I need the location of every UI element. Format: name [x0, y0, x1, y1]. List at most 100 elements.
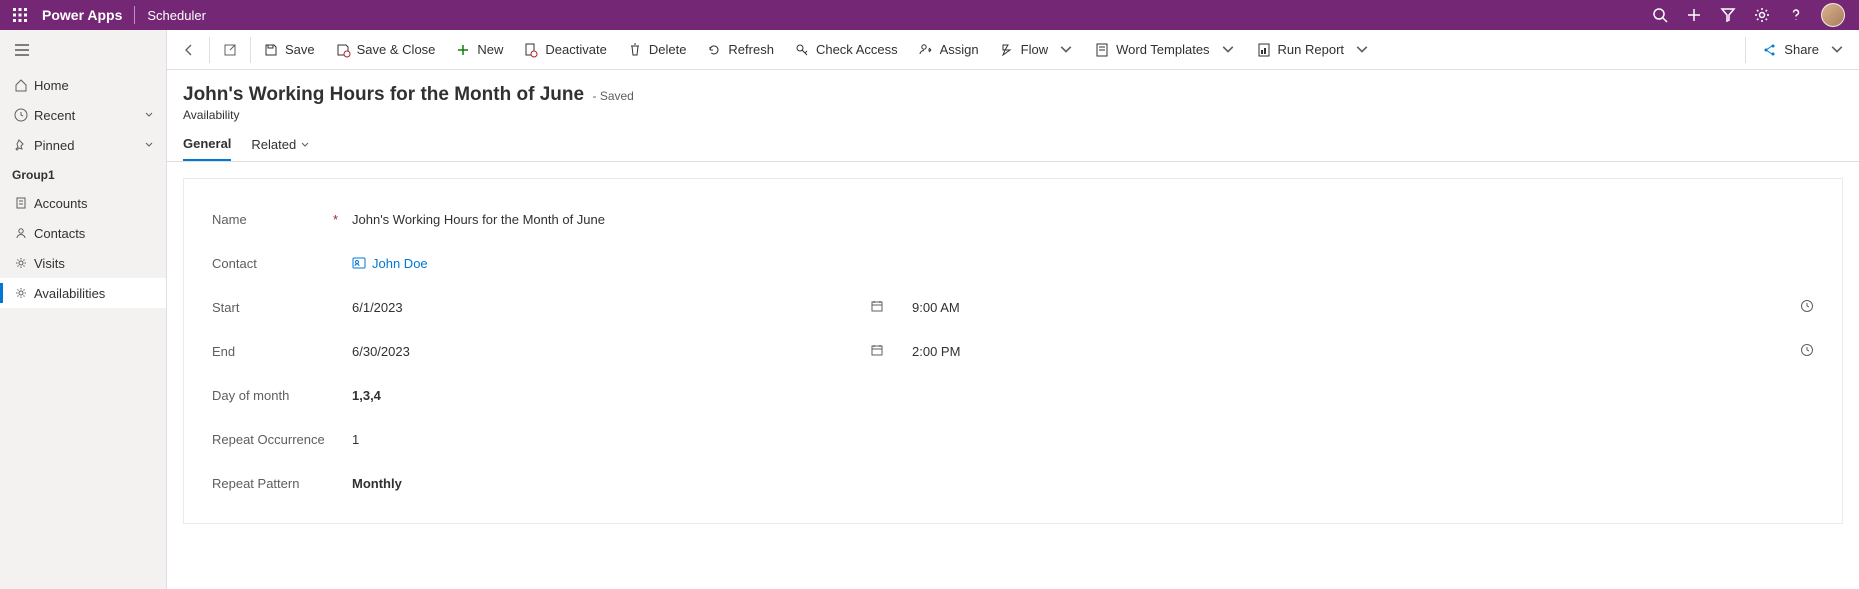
home-icon [14, 78, 28, 92]
assign-icon [918, 42, 934, 58]
flow-button[interactable]: Flow [989, 30, 1084, 70]
tab-related-label: Related [251, 137, 296, 152]
help-button[interactable] [1779, 0, 1813, 30]
building-icon [14, 196, 28, 210]
nav-accounts[interactable]: Accounts [0, 188, 166, 218]
chevron-down-icon [1058, 42, 1074, 58]
repeat-pattern-value: Monthly [352, 476, 402, 491]
day-of-month-value: 1,3,4 [352, 388, 381, 403]
add-button[interactable] [1677, 0, 1711, 30]
nav-visits-label: Visits [34, 256, 65, 271]
field-end: End 6/30/2023 2:00 PM [212, 329, 1814, 373]
command-bar: Save Save & Close New Deactivate Delete … [167, 30, 1859, 70]
nav-contacts-label: Contacts [34, 226, 85, 241]
nav-availabilities[interactable]: Availabilities [0, 278, 166, 308]
repeat-occurrence-input[interactable]: 1 [352, 432, 1814, 447]
form-container: Name John's Working Hours for the Month … [167, 162, 1859, 540]
nav-recent[interactable]: Recent [0, 100, 166, 130]
start-date-input[interactable]: 6/1/2023 [352, 299, 912, 316]
clock-icon[interactable] [1800, 343, 1814, 360]
delete-button[interactable]: Delete [617, 30, 697, 70]
search-button[interactable] [1643, 0, 1677, 30]
plus-icon [1686, 7, 1702, 23]
new-button[interactable]: New [445, 30, 513, 70]
save-close-button[interactable]: Save & Close [325, 30, 446, 70]
share-button[interactable]: Share [1752, 30, 1855, 70]
nav-recent-label: Recent [34, 108, 75, 123]
share-icon [1762, 42, 1778, 58]
field-repeat-occurrence: Repeat Occurrence 1 [212, 417, 1814, 461]
nav-pinned[interactable]: Pinned [0, 130, 166, 160]
filter-button[interactable] [1711, 0, 1745, 30]
gear-outline-icon [14, 286, 28, 300]
nav-visits[interactable]: Visits [0, 248, 166, 278]
end-label: End [212, 344, 352, 359]
repeat-pattern-input[interactable]: Monthly [352, 476, 1814, 491]
day-of-month-input[interactable]: 1,3,4 [352, 388, 1814, 403]
assign-button[interactable]: Assign [908, 30, 989, 70]
tab-related[interactable]: Related [251, 136, 310, 161]
flow-label: Flow [1021, 42, 1048, 57]
run-report-label: Run Report [1278, 42, 1344, 57]
separator [1745, 37, 1746, 63]
gear-icon [1754, 7, 1770, 23]
save-icon [263, 42, 279, 58]
contact-input[interactable]: John Doe [352, 256, 1814, 271]
save-label: Save [285, 42, 315, 57]
back-button[interactable] [171, 30, 207, 70]
contact-lookup[interactable]: John Doe [352, 256, 428, 271]
contact-value: John Doe [372, 256, 428, 271]
end-time-input[interactable]: 2:00 PM [912, 343, 1814, 360]
chevron-down-icon [1829, 42, 1845, 58]
waffle-icon [12, 7, 28, 23]
deactivate-icon [523, 42, 539, 58]
clock-icon[interactable] [1800, 299, 1814, 316]
nav-group-label: Group1 [0, 160, 166, 188]
nav-home-label: Home [34, 78, 69, 93]
record-title: John's Working Hours for the Month of Ju… [183, 84, 584, 105]
name-input[interactable]: John's Working Hours for the Month of Ju… [352, 212, 1814, 227]
nav-contacts[interactable]: Contacts [0, 218, 166, 248]
nav-home[interactable]: Home [0, 70, 166, 100]
repeat-occurrence-label: Repeat Occurrence [212, 432, 352, 447]
end-date-input[interactable]: 6/30/2023 [352, 343, 912, 360]
main-area: Save Save & Close New Deactivate Delete … [167, 30, 1859, 589]
report-icon [1256, 42, 1272, 58]
start-time-value: 9:00 AM [912, 300, 1800, 315]
flow-icon [999, 42, 1015, 58]
save-button[interactable]: Save [253, 30, 325, 70]
tab-general[interactable]: General [183, 136, 231, 161]
record-status: - Saved [593, 89, 634, 103]
check-access-label: Check Access [816, 42, 898, 57]
check-access-button[interactable]: Check Access [784, 30, 908, 70]
settings-button[interactable] [1745, 0, 1779, 30]
user-avatar[interactable] [1821, 3, 1845, 27]
field-repeat-pattern: Repeat Pattern Monthly [212, 461, 1814, 505]
nav-collapse-button[interactable] [0, 30, 166, 70]
brand-name: Power Apps [42, 7, 122, 23]
run-report-button[interactable]: Run Report [1246, 30, 1380, 70]
save-close-icon [335, 42, 351, 58]
contact-label: Contact [212, 256, 352, 271]
refresh-button[interactable]: Refresh [696, 30, 784, 70]
word-templates-button[interactable]: Word Templates [1084, 30, 1245, 70]
refresh-label: Refresh [728, 42, 774, 57]
funnel-icon [1720, 7, 1736, 23]
open-new-window-button[interactable] [212, 30, 248, 70]
gear-outline-icon [14, 256, 28, 270]
start-time-input[interactable]: 9:00 AM [912, 299, 1814, 316]
contact-card-icon [352, 256, 366, 270]
trash-icon [627, 42, 643, 58]
calendar-icon[interactable] [870, 299, 884, 316]
app-name[interactable]: Scheduler [147, 8, 206, 23]
chevron-down-icon [144, 108, 154, 123]
person-icon [14, 226, 28, 240]
field-start: Start 6/1/2023 9:00 AM [212, 285, 1814, 329]
nav-accounts-label: Accounts [34, 196, 87, 211]
word-icon [1094, 42, 1110, 58]
app-launcher-button[interactable] [6, 1, 34, 29]
pin-icon [14, 138, 28, 152]
delete-label: Delete [649, 42, 687, 57]
deactivate-button[interactable]: Deactivate [513, 30, 616, 70]
calendar-icon[interactable] [870, 343, 884, 360]
